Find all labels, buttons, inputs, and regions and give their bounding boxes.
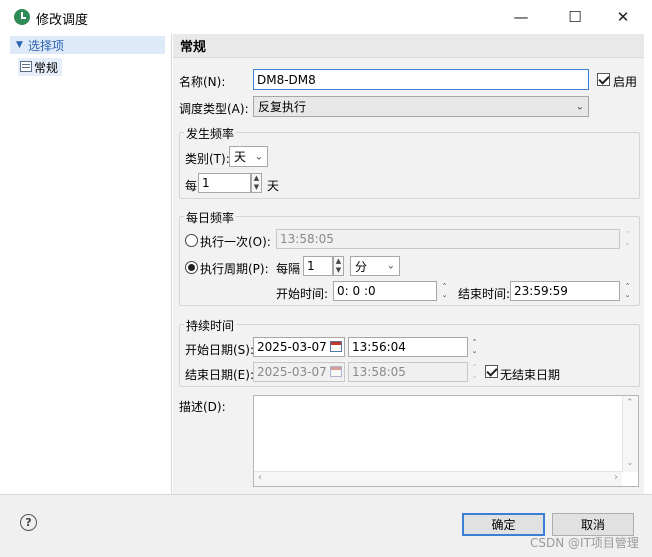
duration-group-label: 持续时间 <box>184 317 237 334</box>
expand-arrow-icon[interactable]: ▼ <box>16 40 23 50</box>
execute-once-time[interactable]: 13:58:05 <box>276 229 620 249</box>
minimize-icon[interactable]: — <box>498 4 544 30</box>
schedule-type-label: 调度类型(A): <box>179 102 249 116</box>
tree-root-label: 选择项 <box>28 39 65 53</box>
schedule-clock-icon <box>14 9 30 25</box>
close-icon[interactable]: ✕ <box>600 4 646 30</box>
start-time-input[interactable]: 0: 0 :0 <box>333 281 437 301</box>
start-time-of-day-input[interactable]: 13:56:04 <box>348 337 468 357</box>
calendar-icon[interactable] <box>330 366 342 377</box>
execute-once-radio[interactable] <box>185 234 198 247</box>
daily-frequency-group-label: 每日频率 <box>184 209 237 226</box>
enable-checkbox[interactable] <box>597 73 610 86</box>
interval-spinner[interactable]: ▲ ▼ <box>333 256 344 276</box>
nav-tree-pane <box>8 34 172 494</box>
end-time-label: 结束时间: <box>458 287 511 301</box>
start-date-label: 开始日期(S): <box>185 343 255 357</box>
interval-label: 每隔 <box>276 262 301 276</box>
start-time-label: 开始时间: <box>276 287 329 301</box>
interval-unit-select[interactable]: 分 ⌄ <box>350 256 400 276</box>
chevron-down-icon: ⌄ <box>386 260 395 272</box>
occurrence-group-label: 发生频率 <box>184 125 237 142</box>
schedule-type-select[interactable]: 反复执行 ⌄ <box>253 96 589 117</box>
interval-unit-value: 分 <box>355 259 368 274</box>
watermark: CSDN @IT项目管理 <box>530 536 639 550</box>
tree-item-label: 常规 <box>34 61 59 75</box>
every-label: 每 <box>185 179 198 193</box>
execute-once-label: 执行一次(O): <box>200 235 271 249</box>
no-end-date-label: 无结束日期 <box>500 368 561 382</box>
help-icon[interactable]: ? <box>20 514 37 531</box>
cancel-button[interactable]: 取消 <box>552 513 634 536</box>
ok-button[interactable]: 确定 <box>462 513 545 536</box>
end-time-spinner[interactable]: ⌃ ⌄ <box>622 281 633 301</box>
window-title: 修改调度 <box>36 13 89 28</box>
description-textarea[interactable]: ⌃ ⌄ ‹ › <box>253 395 639 487</box>
category-label: 类别(T): <box>185 152 230 166</box>
description-text <box>254 396 638 402</box>
vertical-scrollbar[interactable]: ⌃ ⌄ <box>622 396 638 472</box>
horizontal-scrollbar[interactable]: ‹ › <box>254 471 622 486</box>
execute-period-radio[interactable] <box>185 261 198 274</box>
interval-input[interactable]: 1 <box>303 256 333 276</box>
name-label: 名称(N): <box>179 75 226 89</box>
maximize-icon[interactable]: ☐ <box>552 4 598 30</box>
end-date-label: 结束日期(E): <box>185 368 254 382</box>
description-label: 描述(D): <box>179 400 226 414</box>
end-time-of-day-spinner[interactable]: ⌃ ⌄ <box>469 362 480 382</box>
no-end-date-checkbox[interactable] <box>485 365 498 378</box>
execute-period-label: 执行周期(P): <box>200 262 269 276</box>
calendar-icon[interactable] <box>330 341 342 352</box>
start-time-spinner[interactable]: ⌃ ⌄ <box>439 281 450 301</box>
schedule-type-value: 反复执行 <box>258 100 307 114</box>
chevron-down-icon: ⌄ <box>575 101 584 112</box>
end-time-input[interactable]: 23:59:59 <box>510 281 620 301</box>
end-time-of-day-input[interactable]: 13:58:05 <box>348 362 468 382</box>
enable-label: 启用 <box>613 75 638 89</box>
every-days-input[interactable]: 1 <box>198 173 251 193</box>
category-value: 天 <box>234 150 247 164</box>
name-input[interactable]: DM8-DM8 <box>253 69 589 90</box>
execute-once-spinner[interactable]: ⌃ ⌄ <box>622 229 633 249</box>
table-icon <box>20 61 32 72</box>
every-unit-label: 天 <box>267 179 280 193</box>
category-select[interactable]: 天 ⌄ <box>229 146 268 167</box>
every-days-spinner[interactable]: ▲ ▼ <box>251 173 262 193</box>
section-title: 常规 <box>180 40 207 55</box>
chevron-down-icon: ⌄ <box>254 151 263 162</box>
section-header <box>173 34 644 58</box>
start-time-of-day-spinner[interactable]: ⌃ ⌄ <box>469 337 480 357</box>
